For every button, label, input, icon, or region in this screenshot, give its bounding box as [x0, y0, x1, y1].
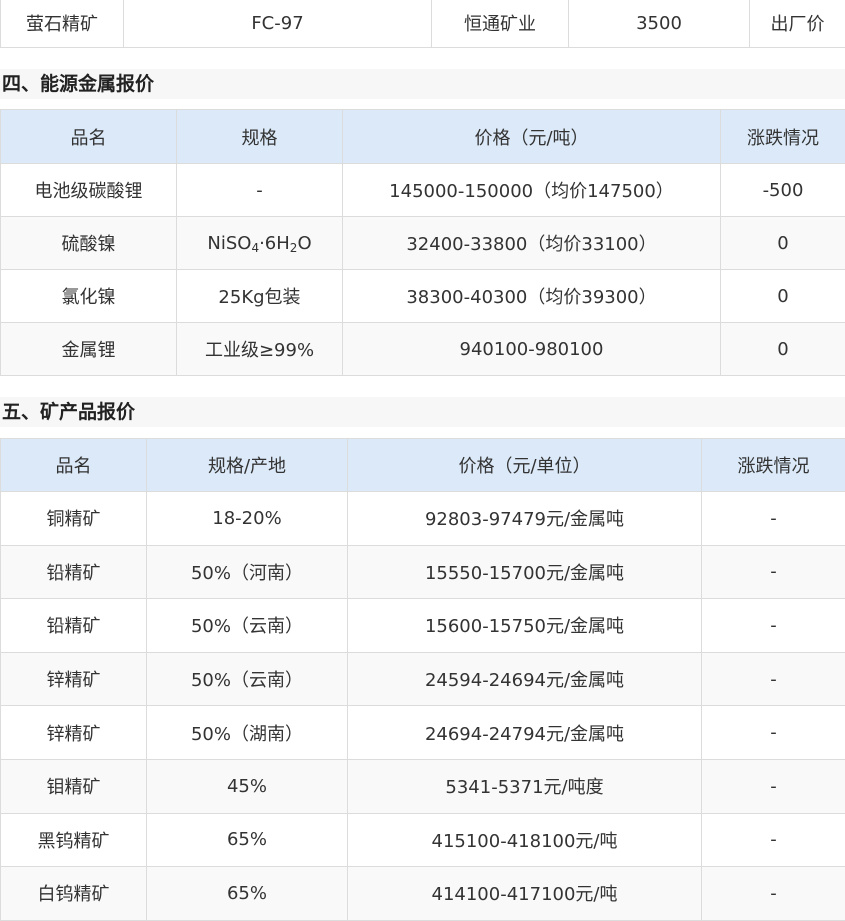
column-header-spec: 规格: [177, 110, 343, 164]
table-row: 金属锂 工业级≥99% 940100-980100 0: [1, 323, 845, 376]
product-name-cell: 铅精矿: [1, 545, 147, 599]
product-name-cell: 铜精矿: [1, 492, 147, 546]
table-row: 铅精矿 50%（河南） 15550-15700元/金属吨 -: [1, 545, 845, 599]
table-row: 铜精矿 18-20% 92803-97479元/金属吨 -: [1, 492, 845, 546]
change-cell: -: [702, 492, 845, 546]
product-name-cell: 电池级碳酸锂: [1, 164, 177, 217]
table-row: 氯化镍 25Kg包装 38300-40300（均价39300） 0: [1, 270, 845, 323]
spec-cell: 18-20%: [147, 492, 348, 546]
spec-cell: 65%: [147, 867, 348, 921]
product-name-cell: 金属锂: [1, 323, 177, 376]
spec-cell: 65%: [147, 813, 348, 867]
mineral-products-table: 品名 规格/产地 价格（元/单位） 涨跌情况 铜精矿 18-20% 92803-…: [0, 438, 845, 921]
price-cell: 92803-97479元/金属吨: [348, 492, 702, 546]
column-header-name: 品名: [1, 439, 147, 492]
table-row: 锌精矿 50%（湖南） 24694-24794元/金属吨 -: [1, 706, 845, 760]
table-row: 电池级碳酸锂 - 145000-150000（均价147500） -500: [1, 164, 845, 217]
change-cell: -: [702, 652, 845, 706]
price-cell: 38300-40300（均价39300）: [343, 270, 721, 323]
price-type-cell: 出厂价: [750, 0, 845, 48]
mineral-section-title: 五、矿产品报价: [0, 397, 845, 427]
change-cell: -500: [721, 164, 845, 217]
product-name-cell: 氯化镍: [1, 270, 177, 323]
price-cell: 32400-33800（均价33100）: [343, 217, 721, 270]
price-cell: 414100-417100元/吨: [348, 867, 702, 921]
product-name-cell: 硫酸镍: [1, 217, 177, 270]
product-name-cell: 钼精矿: [1, 759, 147, 813]
spec-cell: FC-97: [124, 0, 432, 48]
table-header-row: 品名 规格 价格（元/吨） 涨跌情况: [1, 110, 845, 164]
change-cell: 0: [721, 270, 845, 323]
product-name-cell: 锌精矿: [1, 652, 147, 706]
spec-cell: 50%（湖南）: [147, 706, 348, 760]
price-cell: 15600-15750元/金属吨: [348, 599, 702, 653]
spec-cell: 50%（云南）: [147, 652, 348, 706]
spec-cell: 45%: [147, 759, 348, 813]
spec-cell: NiSO4·6H2O: [177, 217, 343, 270]
product-name-cell: 萤石精矿: [1, 0, 124, 48]
change-cell: -: [702, 545, 845, 599]
column-header-change: 涨跌情况: [721, 110, 845, 164]
price-cell: 940100-980100: [343, 323, 721, 376]
column-header-price: 价格（元/单位）: [348, 439, 702, 492]
formula-part: NiSO: [207, 233, 251, 254]
column-header-spec-origin: 规格/产地: [147, 439, 348, 492]
table-row: 萤石精矿 FC-97 恒通矿业 3500 出厂价: [1, 0, 845, 48]
change-cell: 0: [721, 323, 845, 376]
price-cell: 3500: [569, 0, 750, 48]
price-cell: 15550-15700元/金属吨: [348, 545, 702, 599]
column-header-price: 价格（元/吨）: [343, 110, 721, 164]
product-name-cell: 白钨精矿: [1, 867, 147, 921]
table-header-row: 品名 规格/产地 价格（元/单位） 涨跌情况: [1, 439, 845, 492]
table-row: 钼精矿 45% 5341-5371元/吨度 -: [1, 759, 845, 813]
spec-cell: -: [177, 164, 343, 217]
spec-cell: 50%（云南）: [147, 599, 348, 653]
price-cell: 145000-150000（均价147500）: [343, 164, 721, 217]
column-header-change: 涨跌情况: [702, 439, 845, 492]
table-row: 硫酸镍 NiSO4·6H2O 32400-33800（均价33100） 0: [1, 217, 845, 270]
column-header-name: 品名: [1, 110, 177, 164]
table-row: 黑钨精矿 65% 415100-418100元/吨 -: [1, 813, 845, 867]
table-row: 锌精矿 50%（云南） 24594-24694元/金属吨 -: [1, 652, 845, 706]
price-cell: 24594-24694元/金属吨: [348, 652, 702, 706]
change-cell: -: [702, 813, 845, 867]
prev-section-table: 萤石精矿 FC-97 恒通矿业 3500 出厂价: [0, 0, 845, 48]
product-name-cell: 黑钨精矿: [1, 813, 147, 867]
formula-subscript: 4: [251, 241, 259, 255]
supplier-cell: 恒通矿业: [432, 0, 569, 48]
spec-cell: 50%（河南）: [147, 545, 348, 599]
price-cell: 5341-5371元/吨度: [348, 759, 702, 813]
price-cell: 24694-24794元/金属吨: [348, 706, 702, 760]
change-cell: 0: [721, 217, 845, 270]
energy-metals-table: 品名 规格 价格（元/吨） 涨跌情况 电池级碳酸锂 - 145000-15000…: [0, 109, 845, 376]
product-name-cell: 铅精矿: [1, 599, 147, 653]
formula-part: O: [297, 233, 311, 254]
formula-part: ·6H: [259, 233, 290, 254]
product-name-cell: 锌精矿: [1, 706, 147, 760]
table-row: 铅精矿 50%（云南） 15600-15750元/金属吨 -: [1, 599, 845, 653]
change-cell: -: [702, 867, 845, 921]
spec-cell: 25Kg包装: [177, 270, 343, 323]
table-row: 白钨精矿 65% 414100-417100元/吨 -: [1, 867, 845, 921]
price-cell: 415100-418100元/吨: [348, 813, 702, 867]
spec-cell: 工业级≥99%: [177, 323, 343, 376]
change-cell: -: [702, 706, 845, 760]
change-cell: -: [702, 759, 845, 813]
change-cell: -: [702, 599, 845, 653]
energy-section-title: 四、能源金属报价: [0, 69, 845, 99]
